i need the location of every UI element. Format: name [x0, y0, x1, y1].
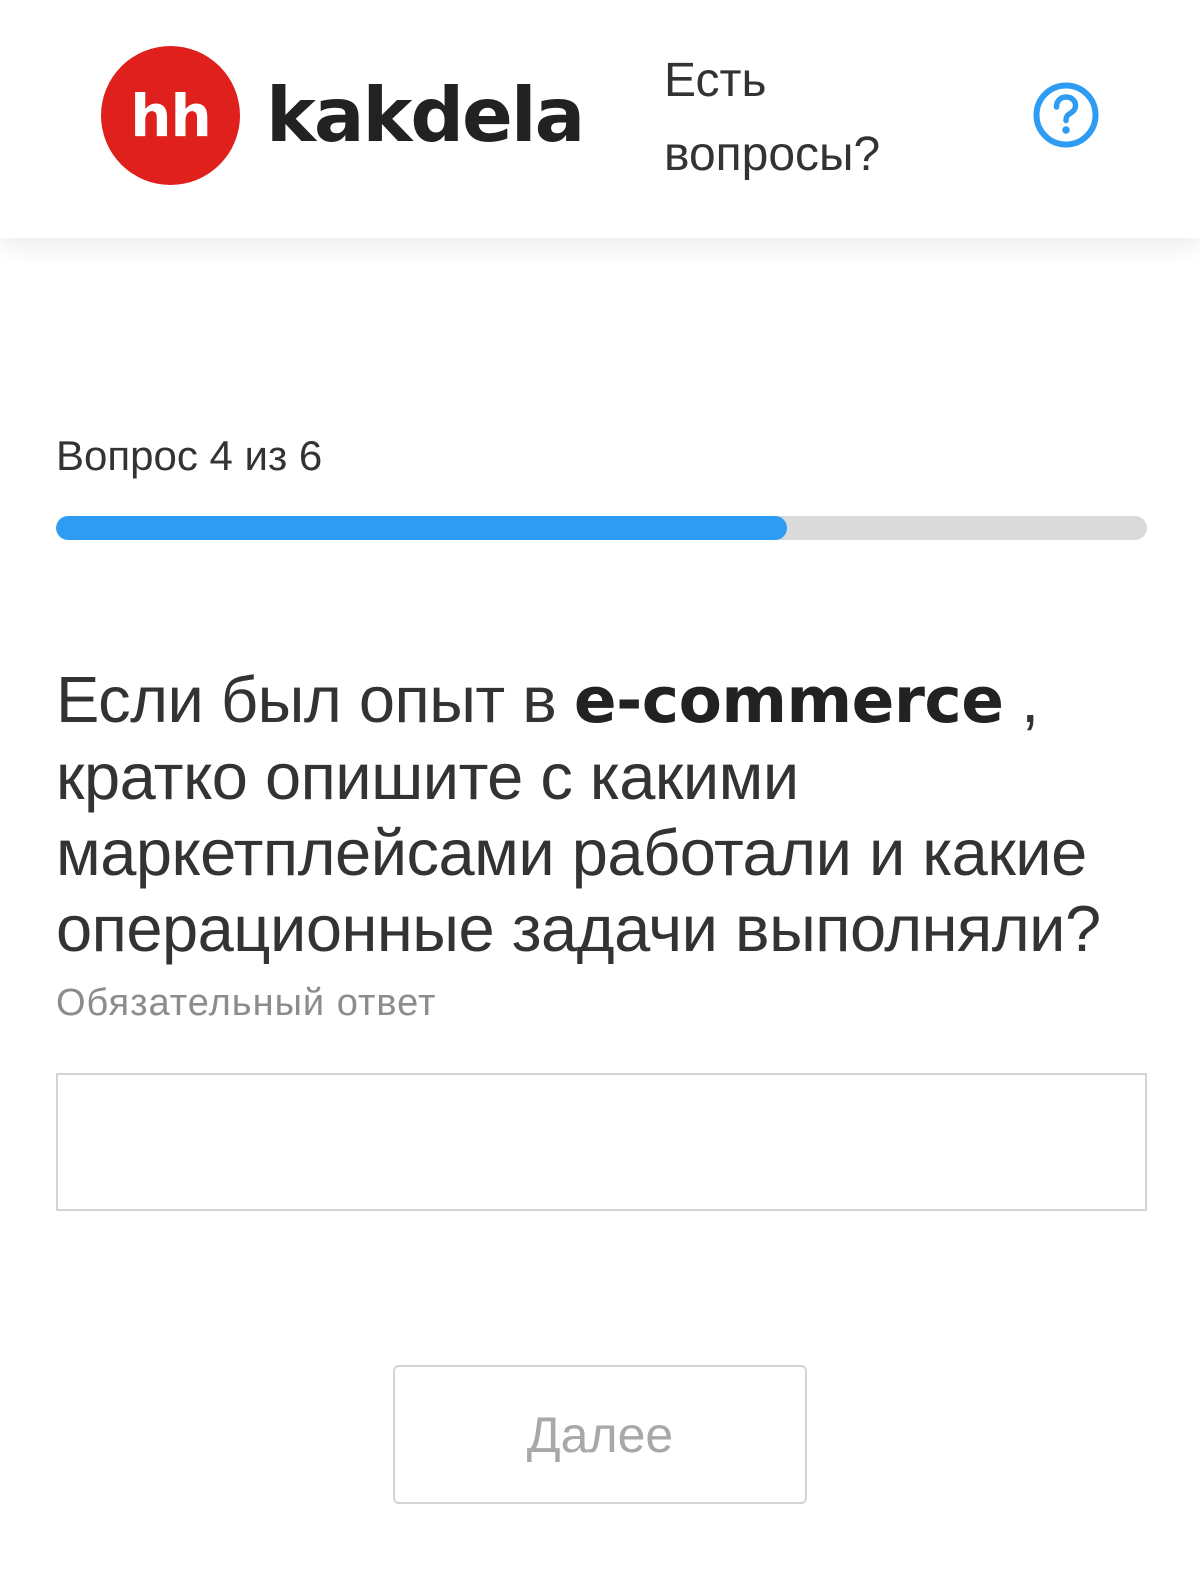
help-text-line1: Есть [664, 54, 767, 107]
help-text-line2: вопросы? [664, 128, 881, 181]
brand-name: kakdela [266, 71, 585, 159]
logo-text: hh [130, 81, 212, 150]
next-button[interactable]: Далее [393, 1365, 807, 1504]
help-link[interactable]: Есть вопросы? [664, 44, 954, 192]
question-circle-icon[interactable] [1033, 82, 1099, 148]
app-header: hh kakdela Есть вопросы? [0, 0, 1200, 238]
required-answer-note: Обязательный ответ [56, 982, 437, 1024]
progress-bar [56, 516, 1147, 540]
question-text-highlight: e-commerce [573, 664, 1004, 737]
question-text-start: Если был опыт в [56, 663, 574, 736]
hh-logo[interactable]: hh [101, 46, 240, 185]
question-text: Если был опыт в e-commerce , кратко опиш… [56, 662, 1156, 967]
progress-bar-fill [56, 516, 787, 540]
answer-input[interactable] [56, 1073, 1147, 1211]
question-counter: Вопрос 4 из 6 [56, 432, 323, 479]
